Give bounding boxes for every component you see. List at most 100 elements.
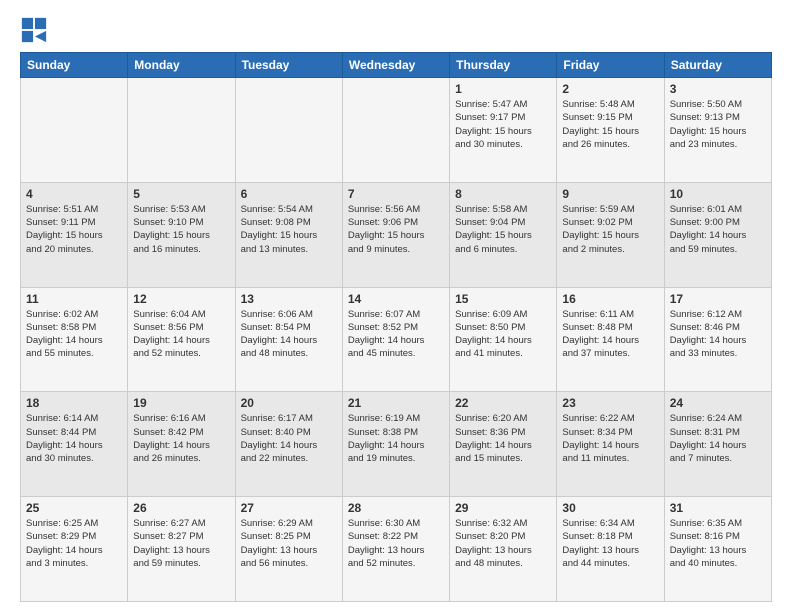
- day-number: 8: [455, 187, 551, 201]
- day-cell: 28Sunrise: 6:30 AM Sunset: 8:22 PM Dayli…: [342, 497, 449, 602]
- day-info: Sunrise: 6:22 AM Sunset: 8:34 PM Dayligh…: [562, 412, 658, 465]
- calendar-header: SundayMondayTuesdayWednesdayThursdayFrid…: [21, 53, 772, 78]
- day-info: Sunrise: 6:16 AM Sunset: 8:42 PM Dayligh…: [133, 412, 229, 465]
- day-info: Sunrise: 6:11 AM Sunset: 8:48 PM Dayligh…: [562, 308, 658, 361]
- day-cell: 9 Sunrise: 5:59 AM Sunset: 9:02 PM Daylig…: [557, 182, 664, 287]
- header-monday: Monday: [128, 53, 235, 78]
- day-cell: 31 Sunrise: 6:35 AM Sunset: 8:16 PM Dayli…: [664, 497, 771, 602]
- day-cell: 22 Sunrise: 6:20 AM Sunset: 8:36 PM Dayli…: [450, 392, 557, 497]
- day-cell: 7 Sunrise: 5:56 AM Sunset: 9:06 PM Daylig…: [342, 182, 449, 287]
- week-row-2: 4 Sunrise: 5:51 AM Sunset: 9:11 PM Daylig…: [21, 182, 772, 287]
- header-wednesday: Wednesday: [342, 53, 449, 78]
- day-number: 4: [26, 187, 122, 201]
- day-cell: 25 Sunrise: 6:25 AM Sunset: 8:29 PM Dayli…: [21, 497, 128, 602]
- week-row-5: 25 Sunrise: 6:25 AM Sunset: 8:29 PM Dayli…: [21, 497, 772, 602]
- day-cell: [128, 78, 235, 183]
- day-cell: 24Sunrise: 6:24 AM Sunset: 8:31 PM Dayli…: [664, 392, 771, 497]
- day-cell: 20Sunrise: 6:17 AM Sunset: 8:40 PM Dayli…: [235, 392, 342, 497]
- day-cell: 12 Sunrise: 6:04 AM Sunset: 8:56 PM Dayli…: [128, 287, 235, 392]
- day-info: Sunrise: 6:24 AM Sunset: 8:31 PM Dayligh…: [670, 412, 766, 465]
- day-number: 16: [562, 292, 658, 306]
- day-number: 26: [133, 501, 229, 515]
- day-cell: 10Sunrise: 6:01 AM Sunset: 9:00 PM Dayli…: [664, 182, 771, 287]
- day-number: 29: [455, 501, 551, 515]
- day-cell: 18Sunrise: 6:14 AM Sunset: 8:44 PM Dayli…: [21, 392, 128, 497]
- day-info: Sunrise: 5:51 AM Sunset: 9:11 PM Dayligh…: [26, 203, 122, 256]
- day-number: 31: [670, 501, 766, 515]
- day-info: Sunrise: 6:06 AM Sunset: 8:54 PM Dayligh…: [241, 308, 337, 361]
- day-number: 21: [348, 396, 444, 410]
- day-info: Sunrise: 6:25 AM Sunset: 8:29 PM Dayligh…: [26, 517, 122, 570]
- header-row: SundayMondayTuesdayWednesdayThursdayFrid…: [21, 53, 772, 78]
- day-cell: [235, 78, 342, 183]
- day-info: Sunrise: 6:20 AM Sunset: 8:36 PM Dayligh…: [455, 412, 551, 465]
- week-row-1: 1 Sunrise: 5:47 AM Sunset: 9:17 PM Daylig…: [21, 78, 772, 183]
- day-number: 13: [241, 292, 337, 306]
- day-cell: 1 Sunrise: 5:47 AM Sunset: 9:17 PM Daylig…: [450, 78, 557, 183]
- day-info: Sunrise: 6:35 AM Sunset: 8:16 PM Dayligh…: [670, 517, 766, 570]
- day-cell: 4 Sunrise: 5:51 AM Sunset: 9:11 PM Daylig…: [21, 182, 128, 287]
- day-cell: 23 Sunrise: 6:22 AM Sunset: 8:34 PM Dayli…: [557, 392, 664, 497]
- day-number: 14: [348, 292, 444, 306]
- day-number: 12: [133, 292, 229, 306]
- day-cell: 30 Sunrise: 6:34 AM Sunset: 8:18 PM Dayli…: [557, 497, 664, 602]
- day-info: Sunrise: 6:27 AM Sunset: 8:27 PM Dayligh…: [133, 517, 229, 570]
- day-number: 23: [562, 396, 658, 410]
- day-cell: 14 Sunrise: 6:07 AM Sunset: 8:52 PM Dayli…: [342, 287, 449, 392]
- day-cell: [21, 78, 128, 183]
- day-info: Sunrise: 5:58 AM Sunset: 9:04 PM Dayligh…: [455, 203, 551, 256]
- calendar-page: SundayMondayTuesdayWednesdayThursdayFrid…: [0, 0, 792, 612]
- day-number: 22: [455, 396, 551, 410]
- day-number: 7: [348, 187, 444, 201]
- calendar-body: 1 Sunrise: 5:47 AM Sunset: 9:17 PM Daylig…: [21, 78, 772, 602]
- day-info: Sunrise: 5:50 AM Sunset: 9:13 PM Dayligh…: [670, 98, 766, 151]
- day-info: Sunrise: 6:12 AM Sunset: 8:46 PM Dayligh…: [670, 308, 766, 361]
- day-number: 19: [133, 396, 229, 410]
- day-cell: 19 Sunrise: 6:16 AM Sunset: 8:42 PM Dayli…: [128, 392, 235, 497]
- calendar-table: SundayMondayTuesdayWednesdayThursdayFrid…: [20, 52, 772, 602]
- day-number: 11: [26, 292, 122, 306]
- day-number: 30: [562, 501, 658, 515]
- day-info: Sunrise: 6:02 AM Sunset: 8:58 PM Dayligh…: [26, 308, 122, 361]
- day-info: Sunrise: 5:48 AM Sunset: 9:15 PM Dayligh…: [562, 98, 658, 151]
- day-info: Sunrise: 6:17 AM Sunset: 8:40 PM Dayligh…: [241, 412, 337, 465]
- day-cell: [342, 78, 449, 183]
- day-number: 3: [670, 82, 766, 96]
- day-cell: 17 Sunrise: 6:12 AM Sunset: 8:46 PM Dayli…: [664, 287, 771, 392]
- day-number: 17: [670, 292, 766, 306]
- day-info: Sunrise: 6:19 AM Sunset: 8:38 PM Dayligh…: [348, 412, 444, 465]
- day-number: 25: [26, 501, 122, 515]
- day-number: 18: [26, 396, 122, 410]
- day-cell: 3 Sunrise: 5:50 AM Sunset: 9:13 PM Daylig…: [664, 78, 771, 183]
- day-cell: 6 Sunrise: 5:54 AM Sunset: 9:08 PM Daylig…: [235, 182, 342, 287]
- day-number: 10: [670, 187, 766, 201]
- day-info: Sunrise: 5:59 AM Sunset: 9:02 PM Dayligh…: [562, 203, 658, 256]
- logo-icon: [20, 16, 48, 44]
- day-cell: 29Sunrise: 6:32 AM Sunset: 8:20 PM Dayli…: [450, 497, 557, 602]
- day-info: Sunrise: 5:54 AM Sunset: 9:08 PM Dayligh…: [241, 203, 337, 256]
- day-info: Sunrise: 5:47 AM Sunset: 9:17 PM Dayligh…: [455, 98, 551, 151]
- day-number: 2: [562, 82, 658, 96]
- day-info: Sunrise: 6:04 AM Sunset: 8:56 PM Dayligh…: [133, 308, 229, 361]
- day-cell: 13 Sunrise: 6:06 AM Sunset: 8:54 PM Dayli…: [235, 287, 342, 392]
- day-info: Sunrise: 6:09 AM Sunset: 8:50 PM Dayligh…: [455, 308, 551, 361]
- day-number: 5: [133, 187, 229, 201]
- day-cell: 15Sunrise: 6:09 AM Sunset: 8:50 PM Dayli…: [450, 287, 557, 392]
- day-number: 1: [455, 82, 551, 96]
- header-saturday: Saturday: [664, 53, 771, 78]
- day-cell: 16 Sunrise: 6:11 AM Sunset: 8:48 PM Dayli…: [557, 287, 664, 392]
- day-number: 6: [241, 187, 337, 201]
- day-info: Sunrise: 6:30 AM Sunset: 8:22 PM Dayligh…: [348, 517, 444, 570]
- day-cell: 26 Sunrise: 6:27 AM Sunset: 8:27 PM Dayli…: [128, 497, 235, 602]
- header-tuesday: Tuesday: [235, 53, 342, 78]
- day-info: Sunrise: 6:29 AM Sunset: 8:25 PM Dayligh…: [241, 517, 337, 570]
- day-info: Sunrise: 5:56 AM Sunset: 9:06 PM Dayligh…: [348, 203, 444, 256]
- day-cell: 8 Sunrise: 5:58 AM Sunset: 9:04 PM Daylig…: [450, 182, 557, 287]
- day-cell: 27Sunrise: 6:29 AM Sunset: 8:25 PM Dayli…: [235, 497, 342, 602]
- day-number: 9: [562, 187, 658, 201]
- week-row-4: 18Sunrise: 6:14 AM Sunset: 8:44 PM Dayli…: [21, 392, 772, 497]
- day-info: Sunrise: 6:07 AM Sunset: 8:52 PM Dayligh…: [348, 308, 444, 361]
- day-cell: 2 Sunrise: 5:48 AM Sunset: 9:15 PM Daylig…: [557, 78, 664, 183]
- week-row-3: 11 Sunrise: 6:02 AM Sunset: 8:58 PM Dayli…: [21, 287, 772, 392]
- day-info: Sunrise: 6:34 AM Sunset: 8:18 PM Dayligh…: [562, 517, 658, 570]
